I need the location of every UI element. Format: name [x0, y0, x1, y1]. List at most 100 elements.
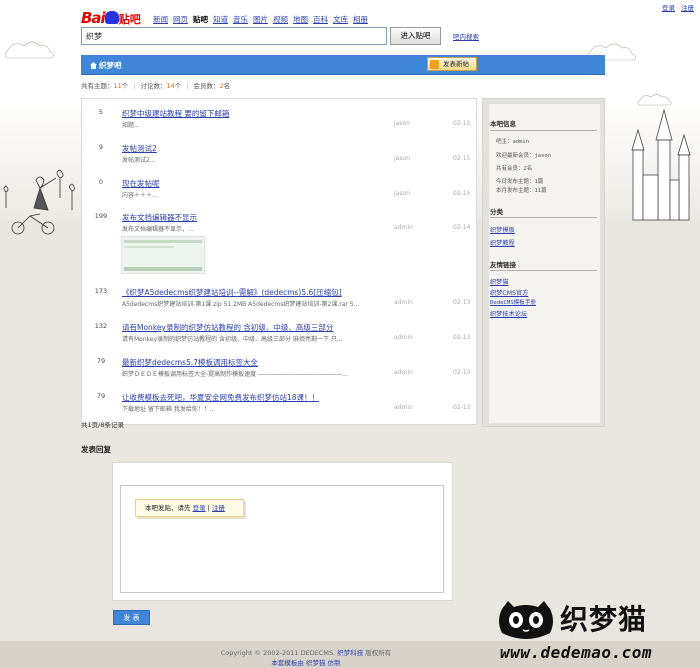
forum-title[interactable]: 织梦吧 — [90, 60, 122, 71]
thread-author[interactable]: jason — [394, 120, 410, 127]
friend-link[interactable]: DedeCMS模板手册 — [490, 298, 536, 306]
thread-thumbnail-image[interactable] — [121, 236, 205, 274]
account-links: 登录 注册 — [656, 2, 694, 12]
new-post-button[interactable]: 发表新帖 — [427, 57, 477, 71]
login-prompt-text: 本吧发贴，请先 — [145, 504, 191, 512]
nav-web[interactable]: 网页 — [173, 15, 188, 24]
topics-label: 共有主题： — [81, 82, 114, 90]
prompt-separator: | — [207, 504, 210, 512]
watermark-title: 织梦猫 — [560, 603, 648, 636]
thread-date: 02-13 — [453, 299, 471, 306]
thread-author[interactable]: admin — [394, 299, 413, 306]
thread-author[interactable]: admin — [394, 369, 413, 376]
thread-date: 02-15 — [453, 155, 471, 162]
thread-excerpt: 发布文档编辑器不显示，... — [122, 226, 194, 233]
category-link[interactable]: 织梦教程 — [490, 238, 515, 247]
login-prompt: 本吧发贴，请先 登录 | 注册 — [135, 499, 244, 517]
reply-count: 173 — [94, 287, 108, 295]
nav-news[interactable]: 新闻 — [153, 15, 168, 24]
stats-divider: | — [186, 82, 189, 90]
thread-author[interactable]: jason — [394, 190, 410, 197]
reply-count: 79 — [96, 357, 106, 365]
thread-excerpt: A5dedecms织梦建站培训-第1课.zip 51.2MB A5dedecms… — [122, 301, 360, 308]
reply-count: 5 — [98, 108, 104, 116]
sidebar-info-heading: 本吧信息 — [490, 120, 516, 128]
thumbnail-detail — [124, 267, 202, 271]
nav-map[interactable]: 地图 — [293, 15, 308, 24]
cat-logo-icon — [499, 601, 553, 639]
nav-album[interactable]: 相册 — [353, 15, 368, 24]
baidu-tieba-logo[interactable]: Bai 贴吧 — [81, 9, 145, 27]
forum-owner: 吧主：admin — [496, 139, 530, 145]
thread-author[interactable]: admin — [394, 224, 413, 231]
nav-wenku[interactable]: 文库 — [333, 15, 348, 24]
prompt-login-link[interactable]: 登录 — [193, 504, 206, 512]
thread-date: 02-13 — [453, 404, 471, 411]
nav-video[interactable]: 视频 — [273, 15, 288, 24]
login-link[interactable]: 登录 — [662, 4, 675, 12]
nav-zhidao[interactable]: 知道 — [213, 15, 228, 24]
pencil-icon — [430, 60, 439, 69]
forum-title-text: 织梦吧 — [99, 61, 122, 70]
thread-title[interactable]: 发帖测试2 — [122, 143, 157, 154]
thread-excerpt: 发帖测试2... — [122, 157, 156, 164]
copyright-text: Copyright © 2002-2011 DEDECMS. — [220, 649, 336, 657]
thread-title[interactable]: 发布文档编辑器不显示 — [122, 212, 197, 223]
reply-count: 132 — [94, 322, 108, 330]
forum-stats: 共有主题：11个 | 讨论数：14个 | 会员数：2名 — [81, 80, 230, 90]
divider — [490, 217, 597, 218]
category-link[interactable]: 织梦模板 — [490, 225, 515, 234]
thread-title[interactable]: 《织梦A5dedecms织梦建站培训--需解》(dedecms)5.6[压缩包] — [122, 287, 342, 298]
thumbnail-detail — [124, 240, 202, 243]
watermark-url: www.dedemao.com — [500, 643, 652, 662]
inbar-search-link[interactable]: 吧内搜索 — [453, 31, 479, 41]
thread-title[interactable]: 请有Monkey录制的织梦仿站教程的 含初级、中级、高级三部分 — [122, 322, 333, 333]
nav-music[interactable]: 音乐 — [233, 15, 248, 24]
thread-excerpt: 下载地址 留下邮箱 我发给你！！... — [122, 406, 216, 413]
reply-count: 79 — [96, 392, 106, 400]
member-count: 共有会员：2名 — [496, 166, 533, 172]
thread-excerpt: 请有Monkey录制的织梦仿站教程的 含初级、中级、高级三部分 麻烦亮剩一下 只… — [122, 336, 343, 343]
thread-title[interactable]: 最新织梦dedecms5.7模板调用标签大全 — [122, 357, 258, 368]
reply-count: 199 — [94, 212, 108, 220]
today-topics: 今日发布主题：1篇 — [496, 179, 544, 185]
castle-illustration — [631, 108, 691, 221]
thread-date: 02-15 — [453, 190, 471, 197]
pagination-info: 共1页/8条记录 — [81, 421, 124, 429]
search-input[interactable] — [81, 27, 387, 45]
replies-unit: 个 — [174, 82, 182, 90]
replies-label: 讨论数： — [140, 82, 167, 90]
thread-title[interactable]: 让收费模板去死吧，华夏安全网免费发布织梦仿站18课！！ — [122, 392, 319, 403]
nav-images[interactable]: 图片 — [253, 15, 268, 24]
enter-tieba-button[interactable]: 进入贴吧 — [390, 27, 441, 45]
thread-title[interactable]: 织梦中级建站教程 要的留下邮箱 — [122, 108, 229, 119]
friend-link[interactable]: 织梦CMS官方 — [490, 288, 528, 297]
thread-date: 02-14 — [453, 224, 471, 231]
thread-author[interactable]: jason — [394, 155, 410, 162]
logo-tieba: 贴吧 — [118, 13, 141, 26]
thread-author[interactable]: admin — [394, 404, 413, 411]
sidebar-links-heading: 友情链接 — [490, 261, 516, 269]
thread-date: 02-15 — [453, 120, 471, 127]
thread-author[interactable]: admin — [394, 334, 413, 341]
divider — [490, 130, 597, 131]
nav-baike[interactable]: 百科 — [313, 15, 328, 24]
members-unit: 名 — [223, 82, 231, 90]
thread-title[interactable]: 现在发帖呢 — [122, 178, 160, 189]
friend-link[interactable]: 织梦猫 — [490, 277, 509, 286]
thread-excerpt: 如题... — [122, 122, 140, 129]
home-icon — [90, 62, 97, 69]
reply-count: 0 — [98, 178, 104, 186]
reply-heading: 发表回复 — [81, 445, 111, 454]
nav-tieba[interactable]: 贴吧 — [193, 15, 208, 24]
company-link[interactable]: 织梦科技 — [337, 649, 363, 657]
month-topics: 本月发布主题：11篇 — [496, 188, 547, 194]
topics-unit: 个 — [121, 82, 129, 90]
prompt-register-link[interactable]: 注册 — [212, 504, 225, 512]
members-label: 会员数： — [193, 82, 220, 90]
newest-member: 欢迎最新会员：jason — [496, 153, 552, 159]
paw-icon — [104, 11, 119, 24]
submit-reply-button[interactable]: 发 表 — [113, 610, 150, 625]
friend-link[interactable]: 织梦技术论坛 — [490, 309, 527, 318]
register-link[interactable]: 注册 — [681, 4, 694, 12]
